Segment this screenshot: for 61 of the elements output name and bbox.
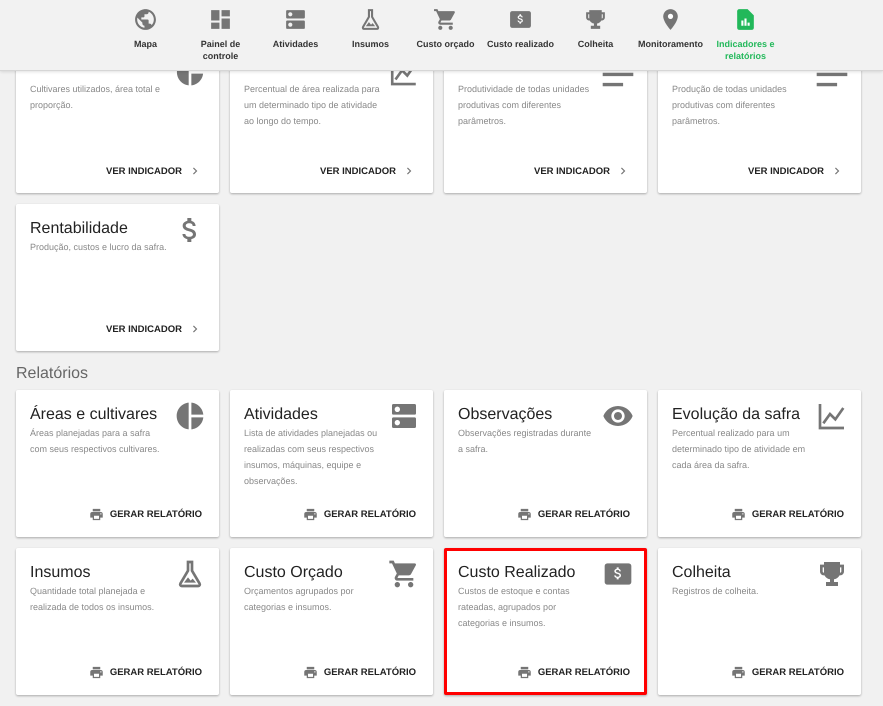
card-title: Atividades [244,405,319,425]
nav-tab[interactable]: Insumos [333,7,408,62]
card-description: Percentual de área realizada para um determinado tipo de atividade ao longo do tempo. [244,83,381,128]
card-description: Lista de atividades planejadas ou realizadas com seus respectivos insumos, máquinas, equipe e observações. [244,427,378,488]
card-description: Observações registradas durante a safra. [458,427,592,456]
printer-icon [730,507,746,522]
printer-icon [516,507,532,522]
view-indicator-button[interactable]: VER INDICADOR [748,162,844,180]
server-icon [283,7,308,32]
dashboard-icon [208,7,233,32]
card-description: Cultivares utilizados, área total e proporção. [30,83,162,112]
card-description: Produção, custos e lucro da safra. [30,241,168,254]
cart-icon [433,7,458,32]
card-description: Áreas planejadas para a safra com seus respectivos cultivares. [30,427,161,456]
pie-chart-icon [174,400,206,432]
card-description: Produtividade de todas unidades produtivas com diferentes parâmetros. [458,83,590,128]
card-description: Percentual realizado para um determinado tipo de atividade em cada área da safra. [672,427,806,472]
view-indicator-button[interactable]: VER INDICADOR [320,162,416,180]
view-indicator-button[interactable]: VER INDICADOR [534,162,630,180]
section-title: Relatórios [16,365,88,383]
card-title: Observações [458,405,554,425]
card-title: Insumos [30,563,92,583]
nav-tab[interactable]: Painel de controle [183,7,258,62]
nav-tab[interactable]: Mapa [108,7,183,62]
card-title: Custo Orçado [244,563,344,583]
card-description: Quantidade total planejada e realizada de todos os insumos. [30,585,156,614]
card-title: Colheita [672,563,732,583]
globe-icon [133,7,158,32]
view-indicator-button[interactable]: VER INDICADOR [106,162,202,180]
printer-icon [516,665,532,680]
generate-report-button[interactable]: GERAR RELATÓRIO [730,663,844,682]
card-description: Orçamentos agrupados por categorias e insumos. [244,585,355,614]
printer-icon [88,507,104,522]
nav-tab[interactable]: Custo orçado [408,7,483,62]
nav-tab[interactable]: Monitoramento [633,7,708,62]
card-title: Custo Realizado [458,563,576,583]
nav-tab[interactable]: Colheita [558,7,633,62]
generate-report-button[interactable]: GERAR RELATÓRIO [516,505,630,524]
card-description: Registros de colheita. [672,585,760,598]
nav-tab[interactable]: Atividades [258,7,333,62]
generate-report-button[interactable]: GERAR RELATÓRIO [302,663,416,682]
pie-chart-icon [174,71,206,88]
printer-icon [302,665,318,680]
card-description: Custos de estoque e contas rateadas, agrupados por categorias e insumos. [458,585,571,630]
generate-report-button[interactable]: GERAR RELATÓRIO [88,505,202,524]
printer-icon [730,665,746,680]
card-title: Rentabilidade [30,219,129,239]
printer-icon [88,665,104,680]
card-title: Áreas e cultivares [30,405,158,425]
text-lines-icon [816,71,848,88]
nav-tab[interactable]: Custo realizado [483,7,558,62]
view-indicator-button[interactable]: VER INDICADOR [106,320,202,338]
card-title: Evolução da safra [672,405,802,425]
text-lines-icon [602,71,634,88]
printer-icon [302,507,318,522]
generate-report-button[interactable]: GERAR RELATÓRIO [730,505,844,524]
generate-report-button[interactable]: GERAR RELATÓRIO [302,505,416,524]
card-description: Produção de todas unidades produtivas com diferentes parâmetros. [672,83,788,128]
trophy-icon [583,7,608,32]
generate-report-button[interactable]: GERAR RELATÓRIO [516,663,630,682]
generate-report-button[interactable]: GERAR RELATÓRIO [88,663,202,682]
